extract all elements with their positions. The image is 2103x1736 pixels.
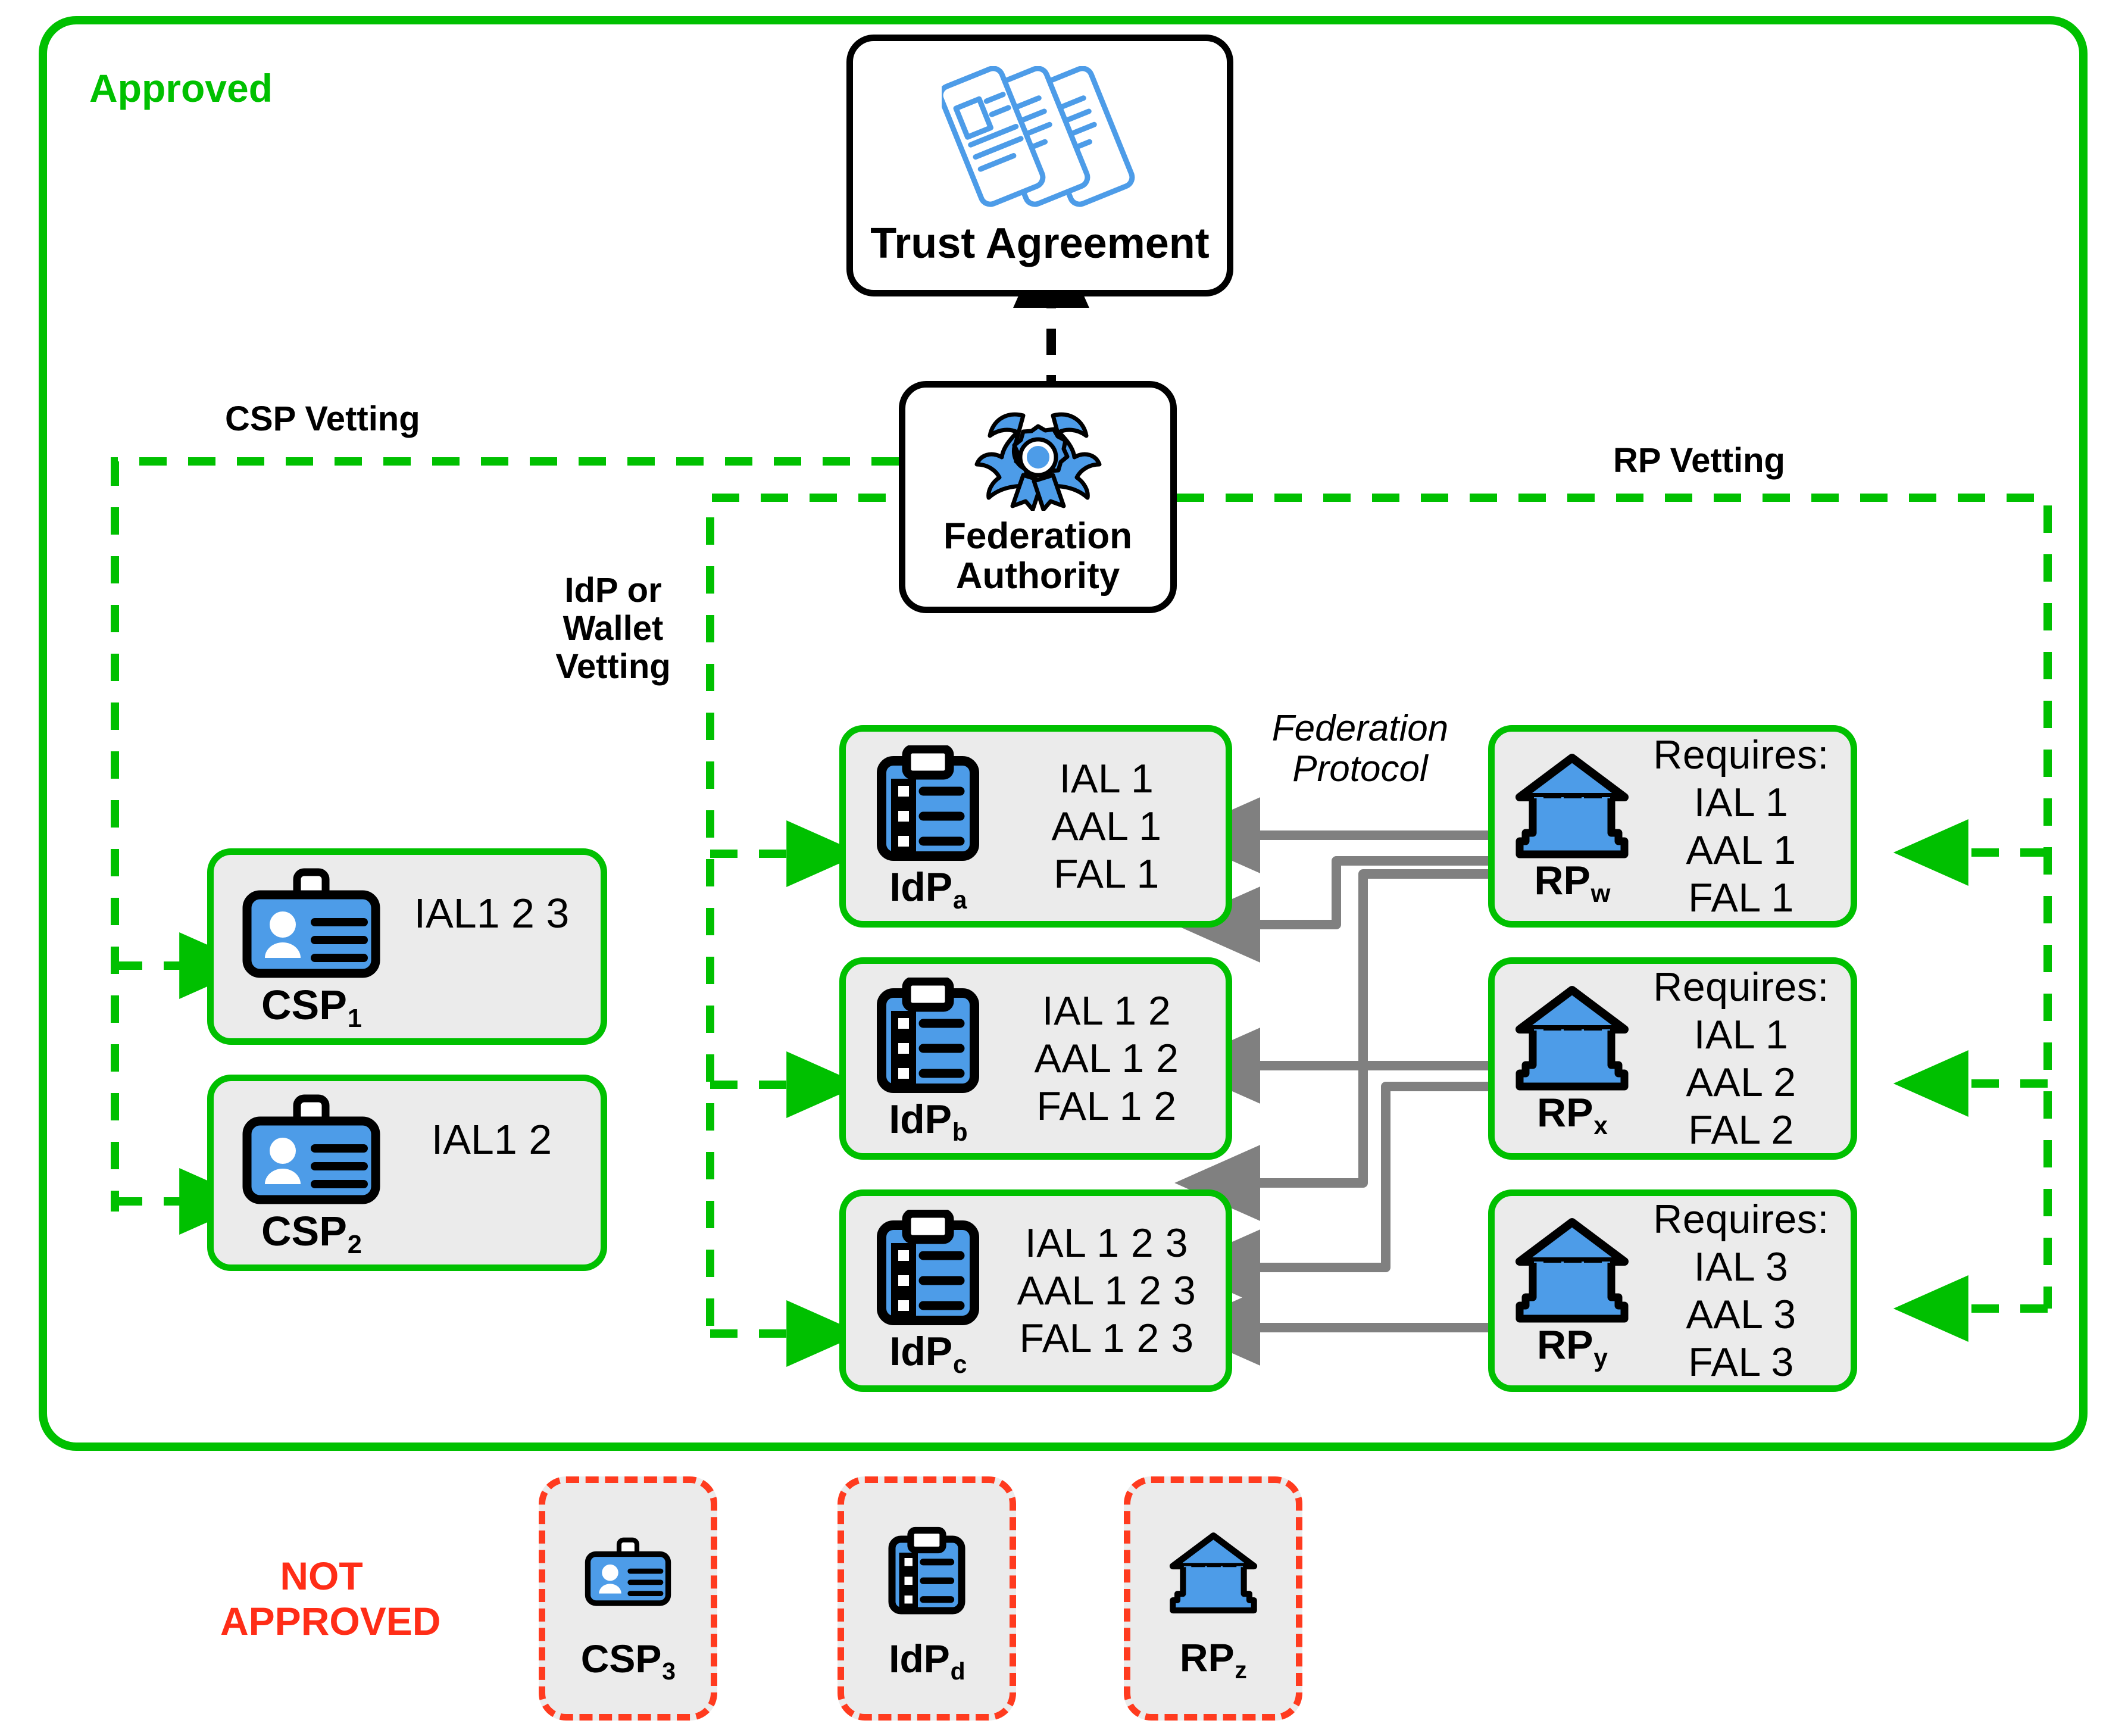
rp-vetting-label: RP Vetting bbox=[1613, 441, 1785, 480]
diagram-canvas: Approved CSP Vetting IdP or Wallet Vetti… bbox=[0, 0, 2103, 1736]
node-caption: CSP2 bbox=[261, 1208, 362, 1260]
idp-assurance-levels: IAL 1 AAL 1 FAL 1 bbox=[1051, 755, 1162, 897]
csp-vetting-label: CSP Vetting bbox=[225, 399, 420, 438]
node-caption: CSP1 bbox=[261, 982, 362, 1034]
node-caption: IdPd bbox=[889, 1637, 965, 1685]
csp-assurance-levels: IAL1 2 bbox=[431, 1116, 552, 1163]
bank-columns-icon: RPw bbox=[1513, 752, 1632, 907]
rp-required-levels: Requires: IAL 1 AAL 1 FAL 1 bbox=[1632, 731, 1851, 922]
node-trust-agreement[interactable]: Trust Agreement bbox=[846, 35, 1233, 296]
conn-rpx-idpc bbox=[1174, 1082, 1499, 1306]
idp-assurance-levels: IAL 1 2 3 AAL 1 2 3 FAL 1 2 3 bbox=[1017, 1220, 1196, 1362]
node-csp-1[interactable]: CSP1 IAL1 2 3 bbox=[207, 848, 607, 1045]
node-caption: RPy bbox=[1537, 1322, 1608, 1372]
bank-columns-icon bbox=[1167, 1520, 1260, 1625]
rp-required-levels: Requires: IAL 1 AAL 2 FAL 2 bbox=[1632, 963, 1851, 1154]
node-caption: RPz bbox=[1179, 1635, 1247, 1684]
csp-assurance-levels: IAL1 2 3 bbox=[414, 890, 570, 936]
node-rp-x[interactable]: RPx Requires: IAL 1 AAL 2 FAL 2 bbox=[1488, 957, 1857, 1160]
federation-protocol-label: Federation Protocol bbox=[1271, 708, 1449, 790]
node-caption: IdPc bbox=[889, 1329, 967, 1378]
node-caption: RPw bbox=[1534, 858, 1611, 907]
node-idp-d-rejected[interactable]: IdPd bbox=[838, 1476, 1016, 1721]
node-idp-b[interactable]: IdPb IAL 1 2 AAL 1 2 FAL 1 2 bbox=[839, 957, 1232, 1160]
not-approved-label: NOT APPROVED bbox=[220, 1554, 441, 1643]
clipboard-checklist-icon bbox=[882, 1519, 971, 1626]
requires-header: Requires: bbox=[1653, 732, 1829, 778]
clipboard-checklist-icon: IdPb bbox=[868, 978, 988, 1146]
requires-header: Requires: bbox=[1653, 1196, 1829, 1242]
idp-assurance-levels: IAL 1 2 AAL 1 2 FAL 1 2 bbox=[1034, 988, 1179, 1129]
documents-icon bbox=[942, 66, 1138, 209]
approved-label: Approved bbox=[89, 66, 273, 110]
node-caption: Trust Agreement bbox=[870, 220, 1210, 267]
award-rosette-icon bbox=[964, 398, 1113, 511]
bank-columns-icon: RPx bbox=[1513, 984, 1632, 1139]
node-caption: CSP3 bbox=[580, 1637, 676, 1685]
id-badge-icon: CSP2 bbox=[240, 1094, 383, 1260]
node-rp-z-rejected[interactable]: RPz bbox=[1124, 1476, 1302, 1721]
node-caption: IdPb bbox=[889, 1097, 968, 1146]
clipboard-checklist-icon: IdPc bbox=[868, 1210, 988, 1378]
node-idp-c[interactable]: IdPc IAL 1 2 3 AAL 1 2 3 FAL 1 2 3 bbox=[839, 1189, 1232, 1392]
clipboard-checklist-icon: IdPa bbox=[868, 745, 988, 914]
node-rp-y[interactable]: RPy Requires: IAL 3 AAL 3 FAL 3 bbox=[1488, 1189, 1857, 1392]
rp-required-levels: Requires: IAL 3 AAL 3 FAL 3 bbox=[1632, 1195, 1851, 1387]
node-csp-3-rejected[interactable]: CSP3 bbox=[539, 1476, 717, 1721]
node-caption: Federation Authority bbox=[943, 516, 1132, 597]
requires-header: Requires: bbox=[1653, 964, 1829, 1010]
node-csp-2[interactable]: CSP2 IAL1 2 bbox=[207, 1075, 607, 1271]
id-badge-icon: CSP1 bbox=[240, 867, 383, 1034]
node-caption: RPx bbox=[1537, 1090, 1608, 1139]
node-idp-a[interactable]: IdPa IAL 1 AAL 1 FAL 1 bbox=[839, 725, 1232, 928]
id-badge-icon bbox=[583, 1519, 673, 1626]
node-rp-w[interactable]: RPw Requires: IAL 1 AAL 1 FAL 1 bbox=[1488, 725, 1857, 928]
node-federation-authority[interactable]: Federation Authority bbox=[899, 381, 1177, 613]
federation-protocol-connectors bbox=[1174, 797, 1499, 1366]
node-caption: IdPa bbox=[889, 864, 967, 914]
idp-vetting-label: IdP or Wallet Vetting bbox=[555, 571, 671, 686]
bank-columns-icon: RPy bbox=[1513, 1216, 1632, 1372]
